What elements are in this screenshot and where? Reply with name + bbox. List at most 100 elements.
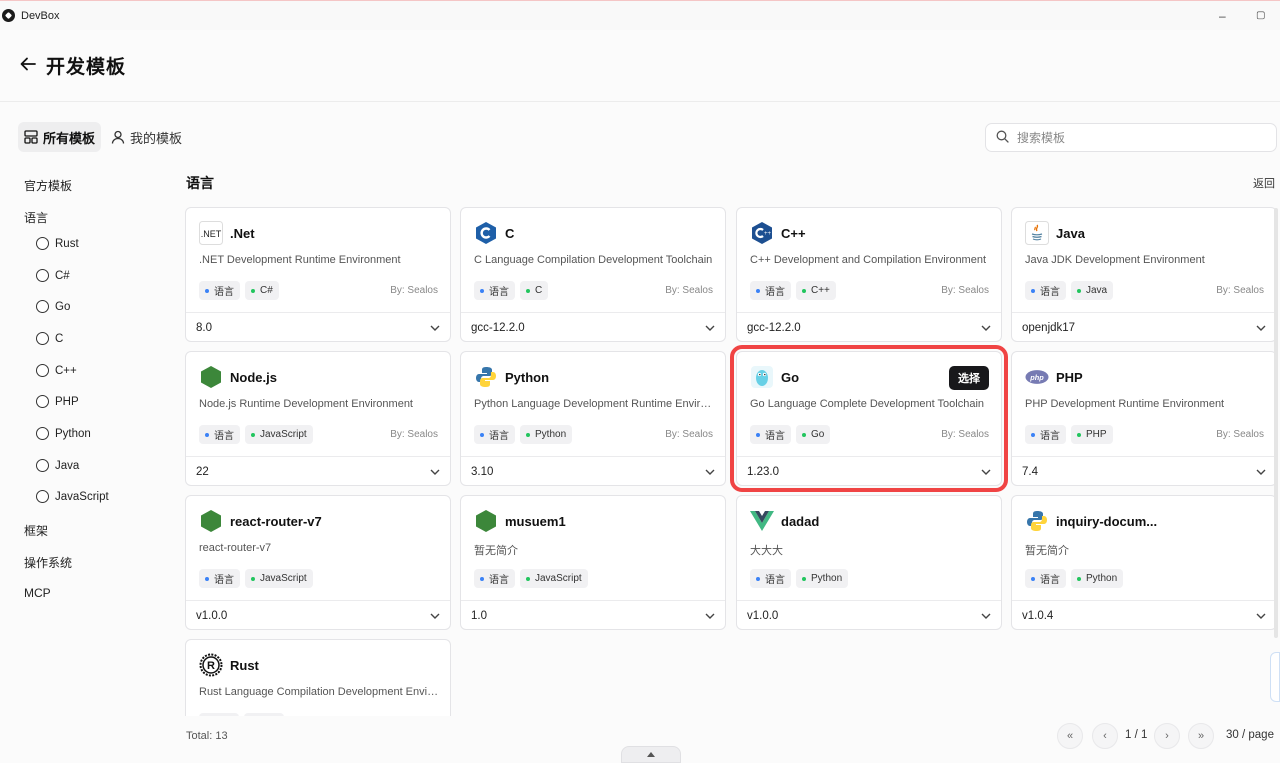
version-select[interactable]: v1.0.4 <box>1012 600 1276 630</box>
version-value: 8.0 <box>196 321 212 334</box>
scrollbar[interactable] <box>1274 208 1278 638</box>
radio-icon <box>36 300 49 313</box>
c-icon <box>474 221 498 245</box>
first-page-button[interactable]: « <box>1057 723 1083 749</box>
tag-label: JavaScript <box>260 573 307 584</box>
template-card-dotnet[interactable]: .NET .Net .NET Development Runtime Envir… <box>185 207 451 342</box>
template-card-rust[interactable]: R Rust Rust Language Compilation Develop… <box>185 639 451 716</box>
prev-page-button[interactable]: ‹ <box>1092 723 1118 749</box>
search-input[interactable]: 搜索模板 <box>985 123 1277 152</box>
sidebar-item-java[interactable]: Java <box>36 459 79 472</box>
tag-language: 语言 <box>199 425 240 444</box>
version-select[interactable]: v1.0.0 <box>737 600 1001 630</box>
tag-lang: PHP <box>1071 425 1113 444</box>
radio-icon <box>36 490 49 503</box>
sidebar-item-go[interactable]: Go <box>36 300 70 313</box>
rust-icon: R <box>199 653 223 677</box>
template-card-musuem1[interactable]: musuem1 暂无简介 语言 JavaScript 1.0 <box>460 495 726 630</box>
template-card-php[interactable]: php PHP PHP Development Runtime Environm… <box>1011 351 1277 486</box>
radio-icon <box>36 427 49 440</box>
python-icon <box>1025 509 1049 533</box>
page-size-text: 30 / page <box>1226 729 1274 741</box>
template-card-java[interactable]: Java Java JDK Development Environment 语言… <box>1011 207 1277 342</box>
tag-label: 语言 <box>1040 575 1060 586</box>
tag-label: 语言 <box>1040 287 1060 298</box>
tag-label: 语言 <box>765 575 785 586</box>
go-icon <box>750 365 774 389</box>
tag-lang: Python <box>520 425 573 444</box>
version-select[interactable]: 3.10 <box>461 456 725 486</box>
tag-lang: C <box>520 281 549 300</box>
sidebar-item-php[interactable]: PHP <box>36 395 79 408</box>
select-button[interactable]: 选择 <box>949 366 989 390</box>
template-card-python[interactable]: Python Python Language Development Runti… <box>460 351 726 486</box>
last-page-button[interactable]: » <box>1188 723 1214 749</box>
sidebar-sub-label: JavaScript <box>55 490 109 503</box>
version-select[interactable]: 8.0 <box>186 312 450 342</box>
version-select[interactable]: gcc-12.2.0 <box>461 312 725 342</box>
card-description: C Language Compilation Development Toolc… <box>474 254 713 266</box>
back-link[interactable]: 返回 <box>1253 175 1275 191</box>
version-select[interactable]: 22 <box>186 456 450 486</box>
template-card-inquiry[interactable]: inquiry-docum... 暂无简介 语言 Python v1.0.4 <box>1011 495 1277 630</box>
template-card-react-router[interactable]: react-router-v7 react-router-v7 语言 JavaSc… <box>185 495 451 630</box>
sidebar-item-os[interactable]: 操作系统 <box>24 554 72 571</box>
tag-language: 语言 <box>474 425 515 444</box>
tag-label: Python <box>1086 573 1118 584</box>
page-size-select[interactable]: 30 / page <box>1226 729 1274 741</box>
card-title: PHP <box>1056 370 1083 385</box>
version-select[interactable]: 1.23.0 <box>737 456 1001 486</box>
back-arrow-icon[interactable] <box>18 54 38 74</box>
collapse-toggle[interactable] <box>621 746 681 763</box>
card-author: By: Sealos <box>390 429 438 440</box>
tag-lang: JavaScript <box>245 569 313 588</box>
tab-all-templates[interactable]: 所有模板 <box>18 122 102 152</box>
version-select[interactable]: 7.4 <box>1012 456 1276 486</box>
card-title: Python <box>505 370 550 385</box>
svg-text:.NET: .NET <box>201 229 222 239</box>
tab-all-label: 所有模板 <box>43 130 96 146</box>
card-author: By: Sealos <box>941 429 989 440</box>
tag-label: 语言 <box>489 431 509 442</box>
version-select[interactable]: gcc-12.2.0 <box>737 312 1001 342</box>
version-select[interactable]: openjdk17 <box>1012 312 1276 342</box>
sidebar-item-mcp[interactable]: MCP <box>24 586 51 600</box>
template-card-go[interactable]: Go 选择 Go Language Complete Development T… <box>730 345 1008 492</box>
version-select[interactable]: v1.0.0 <box>186 600 450 630</box>
sidebar-item-official[interactable]: 官方模板 <box>24 177 72 194</box>
card-title: inquiry-docum... <box>1056 514 1158 529</box>
maximize-button[interactable]: ▢ <box>1256 10 1265 22</box>
sidebar-item-python[interactable]: Python <box>36 427 91 440</box>
version-select[interactable]: 1.0 <box>461 600 725 630</box>
floating-widget-tab[interactable] <box>1270 652 1280 702</box>
chevron-down-icon <box>705 325 715 331</box>
template-card-c[interactable]: C C Language Compilation Development Too… <box>460 207 726 342</box>
double-chevron-left-icon: « <box>1057 723 1083 749</box>
card-author: By: Sealos <box>390 285 438 296</box>
sidebar-item-framework[interactable]: 框架 <box>24 522 48 539</box>
sidebar-item-language[interactable]: 语言 <box>24 209 48 226</box>
tag-lang: C# <box>245 281 279 300</box>
minimize-button[interactable]: – <box>1219 10 1226 22</box>
chevron-down-icon <box>981 613 991 619</box>
radio-icon <box>36 395 49 408</box>
tab-my-templates[interactable]: 我的模板 <box>105 122 188 152</box>
sidebar-sub-label: Java <box>55 459 80 472</box>
next-page-button[interactable]: › <box>1154 723 1180 749</box>
card-title: musuem1 <box>505 514 566 529</box>
template-card-nodejs[interactable]: Node.js Node.js Runtime Development Envi… <box>185 351 451 486</box>
template-card-cpp[interactable]: ++ C++ C++ Development and Compilation E… <box>736 207 1002 342</box>
tag-label: C# <box>260 285 273 296</box>
sidebar-item-rust[interactable]: Rust <box>36 237 79 250</box>
sidebar-item-csharp[interactable]: C# <box>36 269 70 282</box>
sidebar-sub-label: C++ <box>55 364 77 377</box>
sidebar-item-javascript[interactable]: JavaScript <box>36 490 109 503</box>
sidebar-item-c[interactable]: C <box>36 332 63 345</box>
nodejs-icon <box>474 509 498 533</box>
tag-lang: JavaScript <box>520 569 588 588</box>
template-card-dadad[interactable]: dadad 大大大 语言 Python v1.0.0 <box>736 495 1002 630</box>
version-value: 3.10 <box>471 465 494 478</box>
card-author: By: Sealos <box>665 285 713 296</box>
sidebar-item-cpp[interactable]: C++ <box>36 364 77 377</box>
caret-up-icon <box>647 752 655 757</box>
